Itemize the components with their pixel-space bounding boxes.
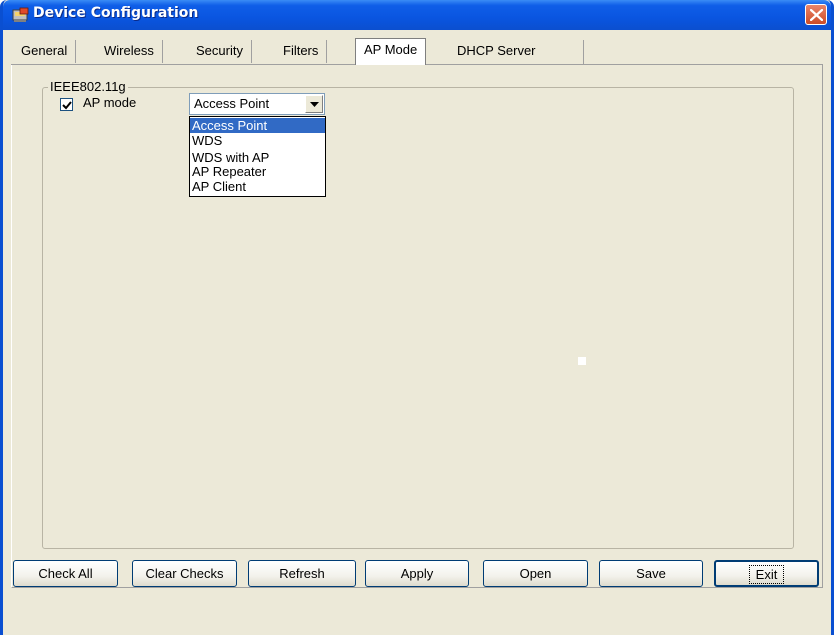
group-label: IEEE802.11g xyxy=(48,79,128,94)
tab-dhcp-server[interactable]: DHCP Server xyxy=(449,40,544,63)
close-button[interactable] xyxy=(805,4,827,25)
close-icon xyxy=(810,9,823,21)
tab-security[interactable]: Security xyxy=(188,40,252,63)
ap-mode-select-value: Access Point xyxy=(194,96,270,111)
option-wds-with-ap[interactable]: WDS with AP xyxy=(190,150,325,165)
clear-checks-button[interactable]: Clear Checks xyxy=(132,560,237,587)
tab-wireless[interactable]: Wireless xyxy=(96,40,163,63)
apply-button[interactable]: Apply xyxy=(365,560,469,587)
tab-ap-mode[interactable]: AP Mode xyxy=(355,38,427,65)
exit-button-label: Exit xyxy=(748,565,785,584)
refresh-button[interactable]: Refresh xyxy=(248,560,356,587)
device-configuration-window: Device Configuration General Wireless Se… xyxy=(0,0,834,635)
ap-mode-options-list: Access Point WDS WDS with AP AP Repeater… xyxy=(189,116,326,197)
ieee-group-box xyxy=(42,87,794,549)
exit-button[interactable]: Exit xyxy=(714,560,819,587)
chevron-down-icon xyxy=(310,102,319,107)
tab-general[interactable]: General xyxy=(13,40,77,63)
tab-divider xyxy=(583,40,584,64)
title-bar[interactable]: Device Configuration xyxy=(3,0,831,30)
option-wds[interactable]: WDS xyxy=(190,133,325,148)
artifact-dot xyxy=(578,357,586,365)
ap-mode-label[interactable]: AP mode xyxy=(83,95,136,110)
option-ap-repeater[interactable]: AP Repeater xyxy=(190,164,325,179)
window-title: Device Configuration xyxy=(33,5,199,21)
dropdown-button[interactable] xyxy=(305,95,323,113)
device-icon xyxy=(12,7,29,23)
open-button[interactable]: Open xyxy=(483,560,588,587)
option-access-point[interactable]: Access Point xyxy=(190,118,325,133)
tab-filters[interactable]: Filters xyxy=(275,40,328,63)
check-all-button[interactable]: Check All xyxy=(13,560,118,587)
ap-mode-select[interactable]: Access Point xyxy=(189,93,325,115)
check-icon xyxy=(62,101,72,110)
ap-mode-checkbox[interactable] xyxy=(60,98,73,111)
dialog-content: General Wireless Security Filters AP Mod… xyxy=(3,30,831,635)
ap-mode-panel: IEEE802.11g xyxy=(11,65,823,588)
option-ap-client[interactable]: AP Client xyxy=(190,179,325,194)
save-button[interactable]: Save xyxy=(599,560,703,587)
